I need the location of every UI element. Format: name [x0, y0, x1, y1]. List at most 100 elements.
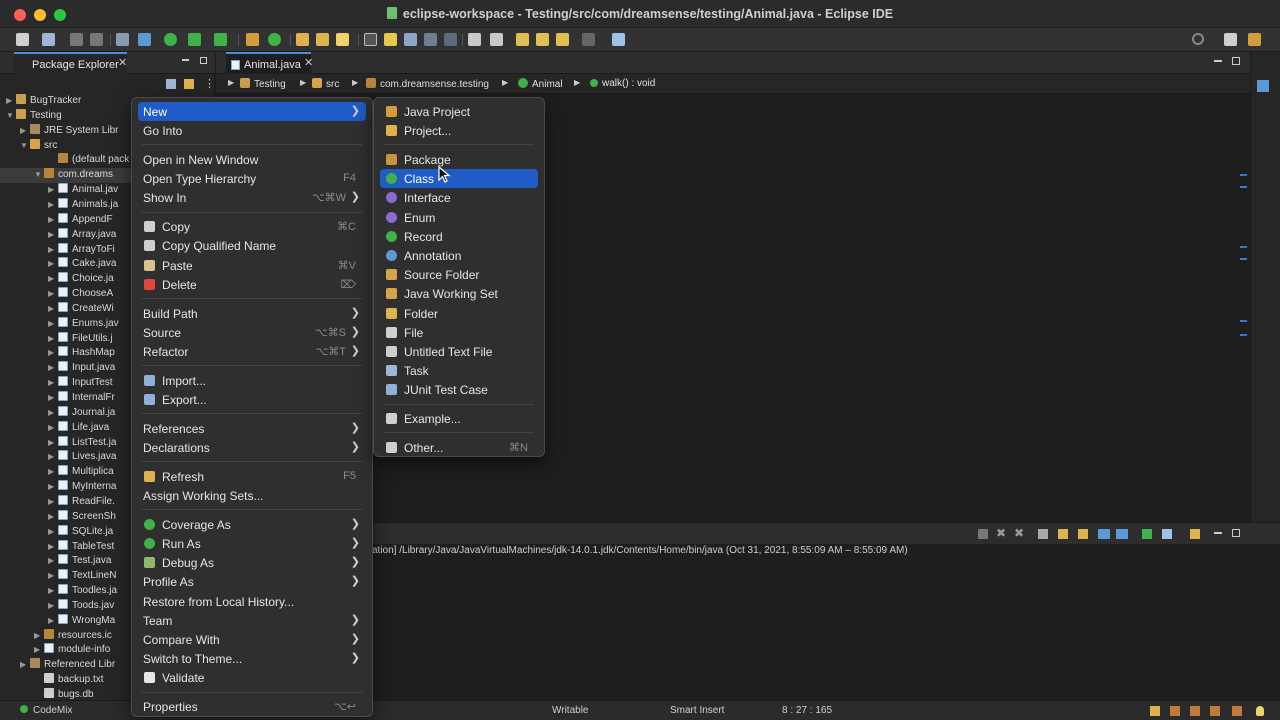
chevron-right-icon[interactable]: ▶	[48, 245, 58, 254]
overview-ruler-mark[interactable]	[1240, 174, 1247, 176]
context-menu-item-source[interactable]: Source ⌥⌘S ❯	[138, 323, 366, 342]
chevron-down-icon[interactable]: ▼	[20, 141, 30, 150]
search-icon[interactable]	[336, 33, 349, 46]
breadcrumb-item-method[interactable]: walk() : void	[590, 78, 655, 89]
chevron-right-icon[interactable]: ▶	[48, 259, 58, 268]
new-submenu-item-interface[interactable]: Interface	[380, 188, 538, 207]
chevron-right-icon[interactable]: ▶	[48, 408, 58, 417]
lightbulb-icon[interactable]	[1256, 706, 1264, 716]
previous-annotation-icon[interactable]	[490, 33, 503, 46]
context-menu-item-declarations[interactable]: Declarations ❯	[138, 438, 366, 457]
context-menu-item-open-type-hierarchy[interactable]: Open Type Hierarchy F4	[138, 169, 366, 188]
toggle-mark-occurrences-icon[interactable]	[364, 33, 377, 46]
context-menu-item-delete[interactable]: Delete ⌦	[138, 275, 366, 294]
chevron-right-icon[interactable]: ▶	[34, 631, 44, 640]
chevron-right-icon[interactable]: ▶	[48, 423, 58, 432]
minimize-icon[interactable]	[182, 59, 189, 61]
remove-all-icon[interactable]: ✖	[1014, 526, 1024, 540]
close-icon[interactable]: ✕	[304, 56, 313, 69]
chevron-right-icon[interactable]: ▶	[48, 230, 58, 239]
new-submenu-item-enum[interactable]: Enum	[380, 208, 538, 227]
search-icon[interactable]	[1192, 33, 1204, 45]
link-with-editor-icon[interactable]	[184, 79, 194, 89]
chevron-right-icon[interactable]: ▶	[48, 542, 58, 551]
pin-editor-icon[interactable]	[612, 33, 625, 46]
chevron-right-icon[interactable]: ▶	[48, 289, 58, 298]
pilcrow-icon[interactable]	[444, 33, 457, 46]
new-submenu-item-untitled-text-file[interactable]: Untitled Text File	[380, 342, 538, 361]
breadcrumb-item-class[interactable]: Animal	[518, 78, 563, 90]
chevron-right-icon[interactable]: ▶	[48, 616, 58, 625]
maximize-icon[interactable]	[1232, 529, 1240, 537]
context-menu-item-assign-working-sets[interactable]: Assign Working Sets...	[138, 486, 366, 505]
tip-icon[interactable]	[1190, 706, 1200, 716]
overview-ruler-mark[interactable]	[1240, 186, 1247, 188]
context-menu-item-team[interactable]: Team ❯	[138, 611, 366, 630]
new-submenu-item-junit-test-case[interactable]: JUnit Test Case	[380, 380, 538, 399]
new-submenu-item-example[interactable]: Example...	[380, 409, 538, 428]
open-console-icon[interactable]	[1190, 529, 1200, 539]
console-view[interactable]	[216, 544, 1280, 700]
word-wrap-icon[interactable]	[1078, 529, 1088, 539]
chevron-right-icon[interactable]: ▶	[48, 185, 58, 194]
tab-package-explorer[interactable]: Package Explorer	[14, 52, 127, 74]
context-menu-item-copy[interactable]: Copy ⌘C	[138, 217, 366, 236]
toggle-block-icon[interactable]	[404, 33, 417, 46]
chevron-right-icon[interactable]: ▶	[48, 512, 58, 521]
new-icon[interactable]	[16, 33, 29, 46]
new-submenu-item-other[interactable]: Other... ⌘N	[380, 438, 538, 457]
open-perspective-icon[interactable]	[1224, 33, 1237, 46]
new-submenu-item-task[interactable]: Task	[380, 361, 538, 380]
forward-icon[interactable]	[582, 33, 595, 46]
new-submenu-item-project[interactable]: Project...	[380, 121, 538, 140]
new-submenu-item-folder[interactable]: Folder	[380, 304, 538, 323]
new-submenu-item-java-working-set[interactable]: Java Working Set	[380, 284, 538, 303]
chevron-right-icon[interactable]: ▶	[48, 274, 58, 283]
chevron-right-icon[interactable]: ▶	[48, 452, 58, 461]
notification-icon[interactable]	[1150, 706, 1160, 716]
back-icon[interactable]	[556, 33, 569, 46]
last-edit-icon[interactable]	[516, 33, 529, 46]
breadcrumb-item-project[interactable]: Testing	[240, 78, 286, 90]
context-menu-item-refactor[interactable]: Refactor ⌥⌘T ❯	[138, 342, 366, 361]
chevron-down-icon[interactable]: ▼	[34, 170, 44, 179]
remove-launch-icon[interactable]: ✖	[996, 526, 1006, 540]
minimize-icon[interactable]	[1214, 532, 1222, 534]
forward-history-icon[interactable]	[536, 33, 549, 46]
show-stdout-icon[interactable]	[1098, 529, 1110, 539]
debug-toggle-icon[interactable]	[116, 33, 129, 46]
new-java-project-icon[interactable]	[246, 33, 259, 46]
show-whitespace-icon[interactable]	[424, 33, 437, 46]
context-menu-item-copy-qualified-name[interactable]: Copy Qualified Name	[138, 236, 366, 255]
chevron-right-icon[interactable]: ▶	[48, 304, 58, 313]
chevron-right-icon[interactable]: ▶	[48, 334, 58, 343]
breadcrumb-item-src[interactable]: src	[312, 78, 339, 90]
new-submenu-item-record[interactable]: Record	[380, 227, 538, 246]
chevron-right-icon[interactable]: ▶	[48, 393, 58, 402]
chevron-right-icon[interactable]: ▶	[48, 467, 58, 476]
chevron-right-icon[interactable]: ▶	[34, 645, 44, 654]
context-menu-item-show-in[interactable]: Show In ⌥⌘W ❯	[138, 188, 366, 207]
chevron-right-icon[interactable]: ▶	[48, 215, 58, 224]
chevron-right-icon[interactable]: ▶	[48, 363, 58, 372]
maximize-icon[interactable]	[1232, 57, 1240, 65]
context-menu-item-export[interactable]: Export...	[138, 390, 366, 409]
new-submenu-item-class[interactable]: Class	[380, 169, 538, 189]
chevron-right-icon[interactable]: ▶	[48, 571, 58, 580]
coverage-icon[interactable]	[214, 33, 227, 46]
chevron-right-icon[interactable]: ▶	[48, 319, 58, 328]
java-perspective-icon[interactable]	[1248, 33, 1261, 46]
chevron-right-icon[interactable]: ▶	[20, 126, 30, 135]
open-type-icon[interactable]	[296, 33, 309, 46]
context-menu-item-debug-as[interactable]: Debug As ❯	[138, 553, 366, 572]
show-stderr-icon[interactable]	[1116, 529, 1128, 539]
scroll-lock-icon[interactable]	[1058, 529, 1068, 539]
chevron-right-icon[interactable]: ▶	[48, 200, 58, 209]
collapse-all-icon[interactable]	[166, 79, 176, 89]
display-console-icon[interactable]	[1162, 529, 1172, 539]
pin-console-icon[interactable]	[1142, 529, 1152, 539]
chevron-right-icon[interactable]: ▶	[48, 378, 58, 387]
context-menu-item-coverage-as[interactable]: Coverage As ❯	[138, 515, 366, 534]
new-submenu-item-annotation[interactable]: Annotation	[380, 246, 538, 265]
overview-ruler-mark[interactable]	[1240, 320, 1247, 322]
